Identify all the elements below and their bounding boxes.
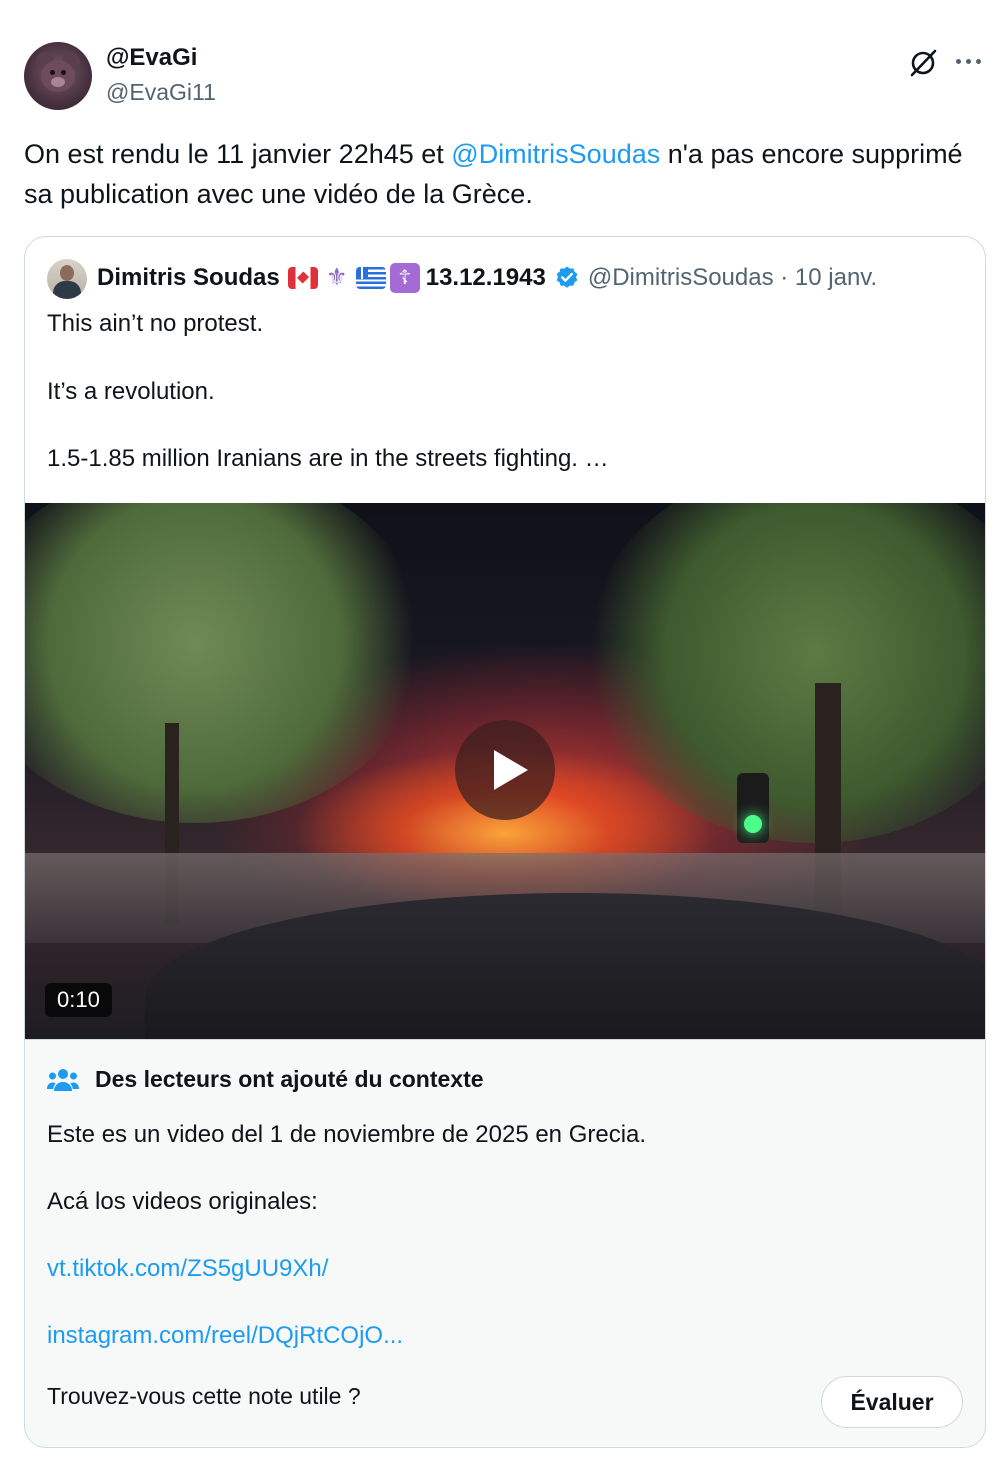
greece-flag-icon (355, 267, 386, 289)
verified-badge-icon (556, 266, 578, 288)
community-note-header: Des lecteurs ont ajouté du contexte (47, 1066, 484, 1093)
quote-paragraph: 1.5-1.85 million Iranians are in the str… (47, 445, 609, 472)
author-avatar[interactable] (24, 42, 92, 110)
quote-name-tag: 13.12.1943 (425, 264, 546, 291)
video-tree (585, 503, 985, 843)
play-icon[interactable] (455, 720, 555, 820)
traffic-light (737, 773, 769, 843)
note-text: Este es un video del 1 de noviembre de 2… (47, 1121, 647, 1148)
rate-note-button[interactable]: Évaluer (821, 1376, 963, 1428)
quoted-tweet[interactable]: Dimitris Soudas ⚜ ☦ 13.12.1943 @Dimitris… (24, 236, 986, 1448)
community-note-title: Des lecteurs ont ajouté du contexte (95, 1066, 484, 1092)
quote-paragraph: It’s a revolution. (47, 377, 215, 405)
author-display-name[interactable]: @EvaGi (106, 44, 197, 72)
tweet-text: On est rendu le 11 janvier 22h45 et @Dim… (24, 134, 974, 214)
quote-handle-date[interactable]: @DimitrisSoudas · 10 janv. (588, 264, 877, 292)
canada-flag-icon (287, 267, 318, 289)
tweet-text-before: On est rendu le 11 janvier 22h45 et (24, 139, 452, 169)
quote-text: This ain’t no protest. It’s a revolution… (47, 307, 947, 510)
note-link-tiktok[interactable]: vt.tiktok.com/ZS5gUU9Xh/ (47, 1255, 328, 1282)
people-icon (47, 1068, 79, 1091)
quote-author-name[interactable]: Dimitris Soudas (97, 264, 280, 292)
mention-link[interactable]: @DimitrisSoudas (451, 139, 660, 169)
tweet: @EvaGi @EvaGi11 On est rendu le 11 janvi… (0, 0, 1000, 1468)
author-handle[interactable]: @EvaGi11 (106, 79, 216, 106)
video-tree (25, 503, 425, 823)
grok-icon[interactable] (906, 46, 940, 80)
video-duration: 0:10 (45, 983, 112, 1017)
community-note-body: Este es un video del 1 de noviembre de 2… (47, 1118, 947, 1386)
community-note: Des lecteurs ont ajouté du contexte Este… (25, 1039, 985, 1447)
orthodox-cross-icon: ☦ (389, 263, 420, 293)
note-helpful-question: Trouvez-vous cette note utile ? (47, 1383, 361, 1409)
fleur-de-lis-icon: ⚜ (325, 264, 348, 291)
video-player[interactable]: 0:10 (25, 503, 985, 1039)
quote-author-avatar[interactable] (47, 259, 87, 299)
note-intro: Acá los videos originales: (47, 1188, 318, 1215)
quote-header: Dimitris Soudas ⚜ ☦ 13.12.1943 @Dimitris… (97, 261, 877, 295)
note-link-instagram[interactable]: instagram.com/reel/DQjRtCOjO... (47, 1322, 403, 1349)
quote-paragraph: This ain’t no protest. (47, 310, 264, 337)
more-icon[interactable] (956, 56, 986, 66)
flag-emojis: ⚜ ☦ (287, 263, 420, 293)
